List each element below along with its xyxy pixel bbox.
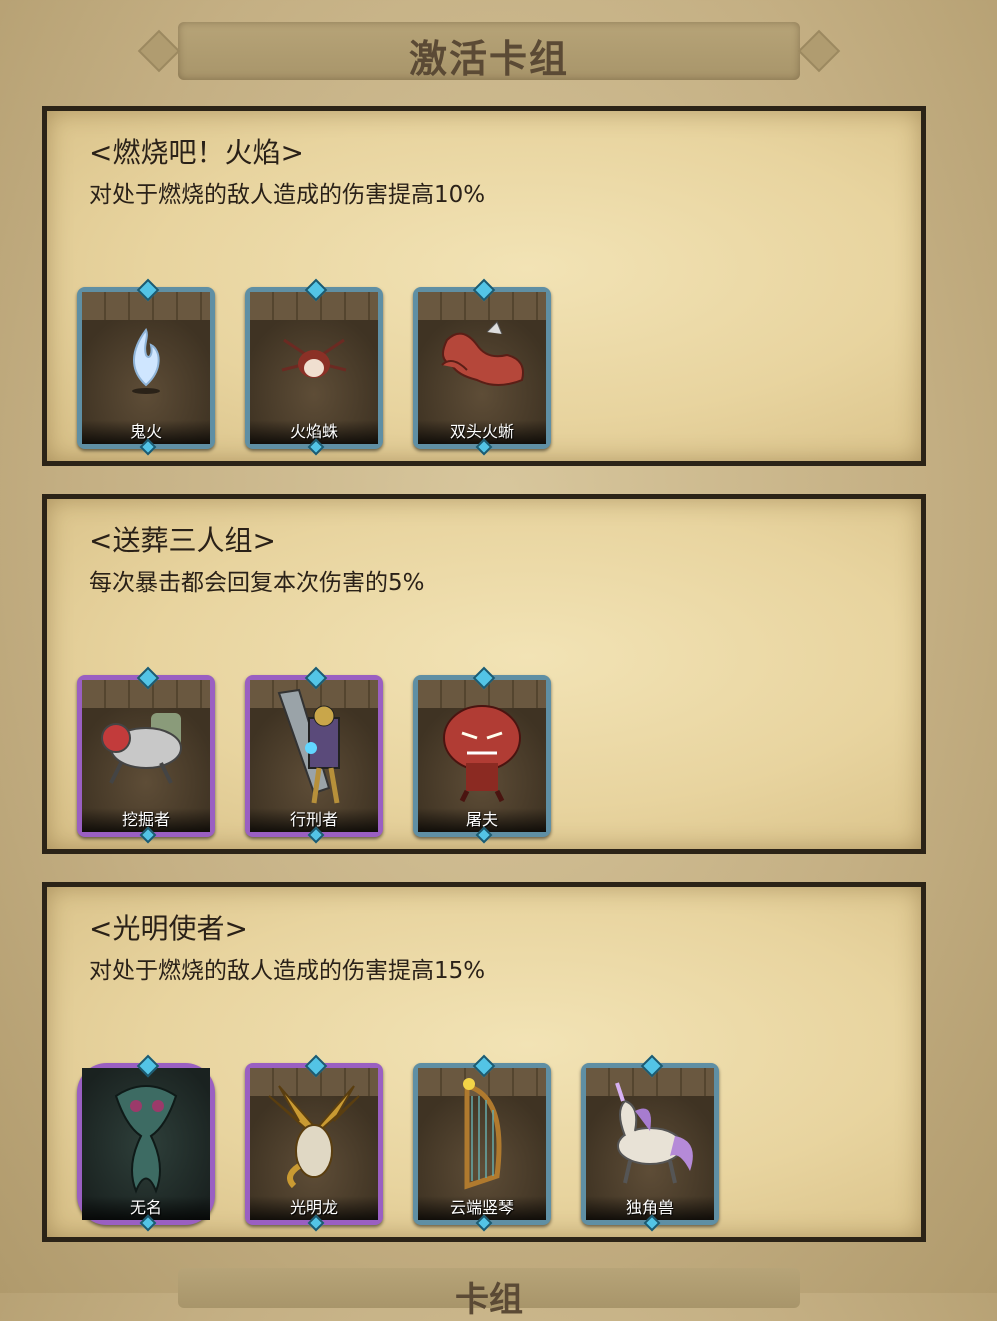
next-section-title-bar: 卡组: [178, 1268, 800, 1320]
page-title-bar: 激活卡组: [137, 22, 841, 81]
monster-card[interactable]: 行刑者: [245, 666, 383, 844]
ghost-fire-icon: [121, 325, 171, 399]
two-headed-salamander-icon: [427, 320, 537, 404]
deck-description: 每次暴击都会回复本次伤害的5%: [89, 570, 425, 596]
deck-panel-3: <光明使者> 对处于燃烧的敌人造成的伤害提高15% 无名 光明龙 云端竖琴 独角…: [42, 882, 926, 1242]
monster-card[interactable]: 光明龙: [245, 1054, 383, 1232]
monster-card[interactable]: 云端竖琴: [413, 1054, 551, 1232]
monster-card[interactable]: 挖掘者: [77, 666, 215, 844]
deck-description: 对处于燃烧的敌人造成的伤害提高10%: [89, 182, 486, 208]
unicorn-icon: [595, 1081, 705, 1195]
cloud-harp-icon: [447, 1076, 517, 1200]
nameless-icon: [96, 1076, 196, 1200]
deck-name: <光明使者>: [89, 912, 248, 945]
fire-spider-icon: [274, 330, 354, 394]
light-dragon-icon: [259, 1081, 369, 1195]
monster-card[interactable]: 屠夫: [413, 666, 551, 844]
deck-name: <送葬三人组>: [89, 524, 276, 557]
butcher-icon: [432, 693, 532, 807]
page-title: 激活卡组: [408, 37, 569, 81]
digger-icon: [91, 703, 201, 797]
title-ornament-right: [797, 29, 841, 73]
monster-card[interactable]: 无名: [77, 1054, 215, 1232]
monster-card[interactable]: 火焰蛛: [245, 278, 383, 456]
executioner-icon: [269, 688, 359, 812]
title-ornament-left: [137, 29, 181, 73]
deck-panel-1: <燃烧吧！火焰> 对处于燃烧的敌人造成的伤害提高10% 鬼火 火焰蛛 双头火蜥: [42, 106, 926, 466]
deck-description: 对处于燃烧的敌人造成的伤害提高15%: [89, 958, 486, 984]
next-section-title: 卡组: [455, 1280, 523, 1320]
deck-name: <燃烧吧！火焰>: [89, 136, 304, 169]
monster-card[interactable]: 双头火蜥: [413, 278, 551, 456]
monster-card[interactable]: 独角兽: [581, 1054, 719, 1232]
deck-panel-2: <送葬三人组> 每次暴击都会回复本次伤害的5% 挖掘者 行刑者 屠夫: [42, 494, 926, 854]
monster-card[interactable]: 鬼火: [77, 278, 215, 456]
